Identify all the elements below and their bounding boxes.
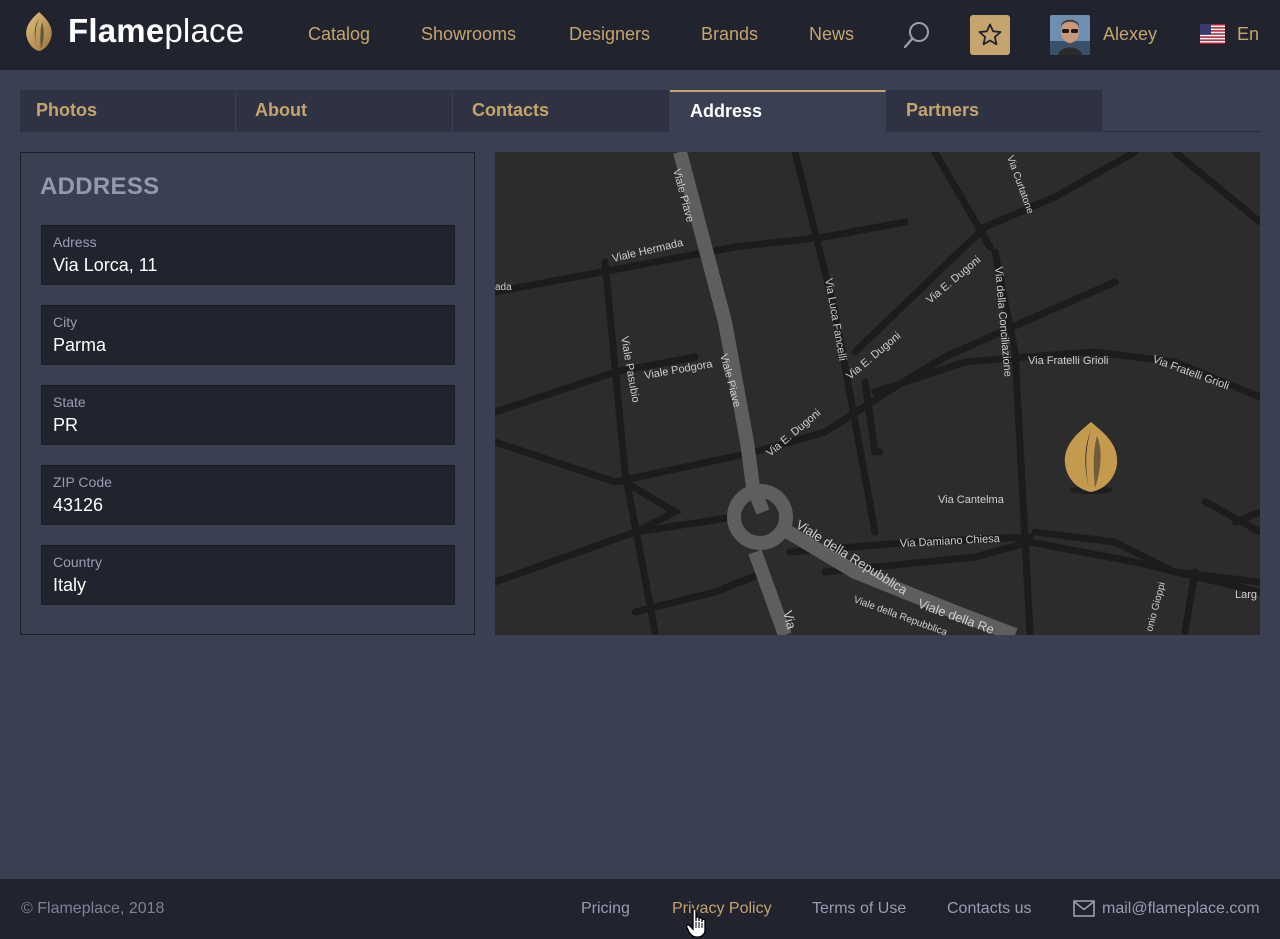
tab-photos[interactable]: Photos	[20, 90, 236, 132]
star-icon	[978, 23, 1002, 46]
country-value: Italy	[53, 575, 87, 595]
page-footer: © Flameplace, 2018 Pricing Privacy Polic…	[0, 879, 1280, 939]
svg-text:Via Cantelma: Via Cantelma	[938, 494, 1005, 506]
avatar-image	[1050, 15, 1090, 55]
nav-catalog[interactable]: Catalog	[308, 24, 370, 45]
country-field[interactable]: Country Italy	[41, 545, 455, 605]
city-field[interactable]: City Parma	[41, 305, 455, 365]
footer-email-link[interactable]: mail@flameplace.com	[1102, 900, 1260, 918]
state-value: PR	[53, 415, 79, 435]
language-selector[interactable]: En	[1237, 24, 1259, 45]
svg-text:Larg: Larg	[1235, 589, 1257, 601]
address-value: Via Lorca, 11	[53, 255, 158, 275]
city-value: Parma	[53, 335, 107, 355]
svg-text:Via Fratelli Grioli: Via Fratelli Grioli	[1028, 355, 1109, 367]
address-title: ADDRESS	[40, 173, 160, 200]
mail-icon	[1073, 900, 1095, 917]
state-field[interactable]: State PR	[41, 385, 455, 445]
address-panel: ADDRESS Adress Via Lorca, 11 City Parma …	[20, 152, 475, 635]
address-label: Adress	[53, 234, 97, 250]
nav-news[interactable]: News	[809, 24, 854, 45]
brand-logo[interactable]: Flameplace	[22, 10, 244, 52]
avatar[interactable]	[1050, 15, 1090, 55]
user-name[interactable]: Alexey	[1103, 24, 1157, 45]
copyright-text: © Flameplace, 2018	[21, 900, 165, 917]
zip-label: ZIP Code	[53, 474, 112, 490]
state-label: State	[53, 394, 86, 410]
footer-link-pricing[interactable]: Pricing	[581, 900, 630, 918]
map-canvas: Viale Piave Viale Piave Viale Hermada ad…	[495, 152, 1260, 635]
tab-contacts[interactable]: Contacts	[453, 90, 670, 132]
location-map[interactable]: Viale Piave Viale Piave Viale Hermada ad…	[495, 152, 1260, 635]
tab-partners[interactable]: Partners	[886, 90, 1103, 132]
nav-showrooms[interactable]: Showrooms	[421, 24, 516, 45]
nav-brands[interactable]: Brands	[701, 24, 758, 45]
city-label: City	[53, 314, 78, 330]
footer-link-terms[interactable]: Terms of Use	[812, 900, 906, 918]
us-flag-icon[interactable]	[1200, 24, 1225, 44]
svg-text:ada: ada	[495, 282, 512, 293]
profile-tabs: Photos About Contacts Address Partners	[20, 90, 1260, 132]
brand-name: Flameplace	[68, 12, 245, 49]
zip-field[interactable]: ZIP Code 43126	[41, 465, 455, 525]
nav-designers[interactable]: Designers	[569, 24, 650, 45]
search-icon[interactable]	[903, 20, 931, 50]
flame-logo-icon	[26, 12, 52, 51]
tab-address[interactable]: Address	[670, 90, 886, 132]
top-header: Flameplace Catalog Showrooms Designers B…	[0, 0, 1280, 70]
zip-value: 43126	[53, 495, 104, 515]
favorites-button[interactable]	[970, 15, 1010, 55]
hand-cursor-icon	[686, 908, 706, 938]
country-label: Country	[53, 554, 103, 570]
address-field[interactable]: Adress Via Lorca, 11	[41, 225, 455, 285]
tab-about[interactable]: About	[236, 90, 453, 132]
footer-link-contacts[interactable]: Contacts us	[947, 900, 1031, 918]
